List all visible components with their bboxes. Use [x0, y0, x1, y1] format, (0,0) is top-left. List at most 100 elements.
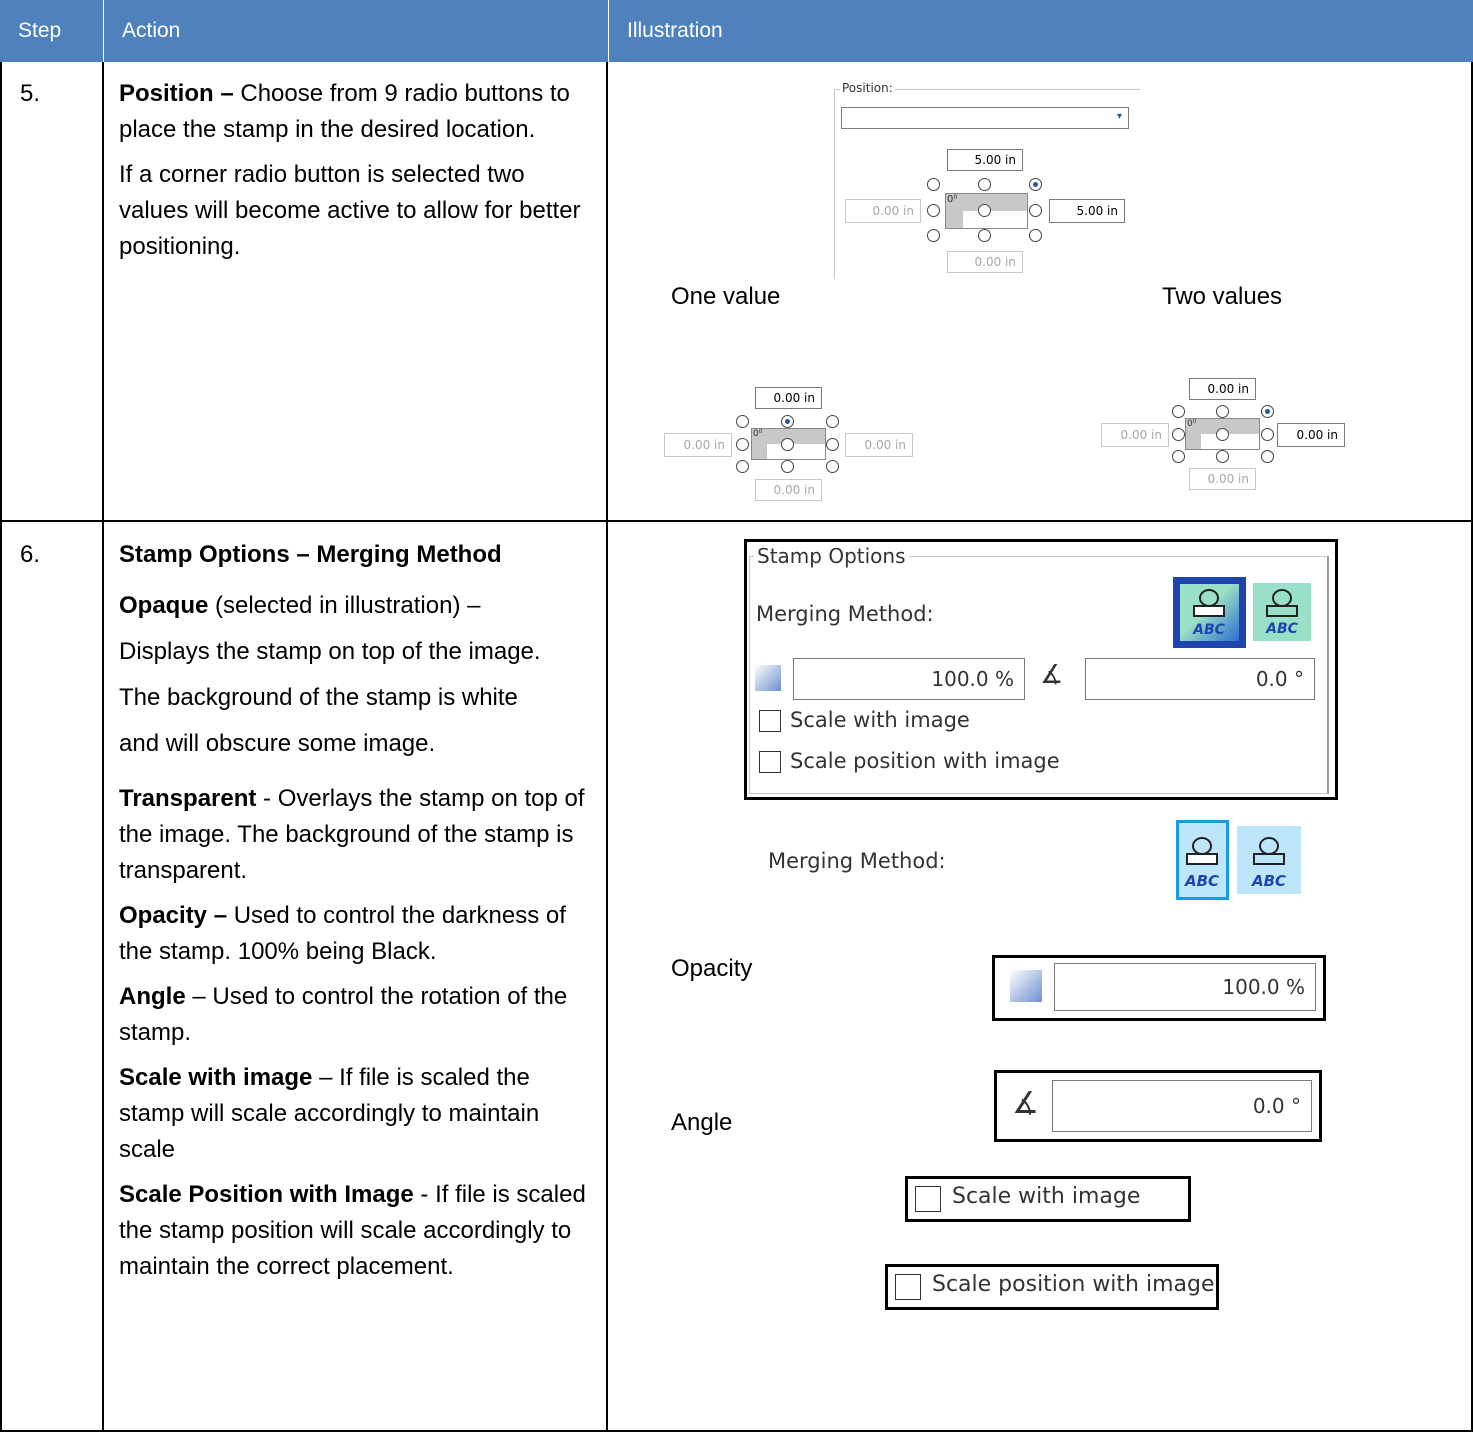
two-radio-top-center[interactable]: [1216, 405, 1229, 418]
scale-with-image-checkbox[interactable]: [759, 710, 781, 732]
row5-action: Position – Choose from 9 radio buttons t…: [119, 76, 599, 274]
one-radio-middle-center[interactable]: [781, 438, 794, 451]
angle-caption: Angle: [671, 1109, 733, 1136]
angle-icon-2: ∡: [1012, 1086, 1039, 1121]
position-dropdown[interactable]: ▾: [841, 107, 1129, 129]
transparent-stamp-text-2: ABC: [1251, 872, 1286, 890]
one-radio-middle-left[interactable]: [736, 438, 749, 451]
one-radio-middle-right[interactable]: [826, 438, 839, 451]
two-values-angle-glyph: 0⁰: [1187, 419, 1197, 429]
angle-glyph: 0⁰: [947, 194, 958, 205]
opacity-icon: [755, 665, 781, 691]
stamp-glyph-icon: ABC: [1179, 823, 1226, 897]
stamp-glyph-icon: ABC: [1192, 589, 1226, 638]
opaque-stamp-text: ABC: [1192, 622, 1226, 638]
two-radio-top-right[interactable]: [1261, 405, 1274, 418]
one-radio-bottom-center[interactable]: [781, 460, 794, 473]
radio-top-right[interactable]: [1029, 178, 1042, 191]
radio-bottom-right[interactable]: [1029, 229, 1042, 242]
angle-text: – Used to control the rotation of the st…: [119, 983, 568, 1046]
row6-opaque-line1: Opaque (selected in illustration) –: [119, 583, 599, 629]
row6-angle-para: Angle – Used to control the rotation of …: [119, 979, 599, 1051]
angle-input[interactable]: 0.0 °: [1085, 658, 1315, 700]
two-values-right-field[interactable]: 0.00 in: [1277, 423, 1345, 447]
two-radio-middle-left[interactable]: [1172, 428, 1185, 441]
opaque-merge-button[interactable]: ABC: [1173, 577, 1246, 648]
row6-scalepos-para: Scale Position with Image - If file is s…: [119, 1177, 599, 1285]
row6-opacity-para: Opacity – Used to control the darkness o…: [119, 898, 599, 970]
two-radio-middle-right[interactable]: [1261, 428, 1274, 441]
transparent-label: Transparent: [119, 785, 257, 812]
two-values-bottom-field: 0.00 in: [1189, 468, 1256, 490]
table-divider-step: [102, 62, 104, 1432]
transparent-merge-button[interactable]: ABC: [1253, 583, 1311, 641]
opaque-stamp-text-2: ABC: [1184, 872, 1219, 890]
angle-icon: ∡: [1040, 660, 1064, 690]
one-radio-top-center[interactable]: [781, 415, 794, 428]
row5-paragraph-2: If a corner radio button is selected two…: [119, 161, 581, 260]
position-right-field[interactable]: 5.00 in: [1049, 199, 1125, 223]
one-radio-bottom-right[interactable]: [826, 460, 839, 473]
scale-with-image-label: Scale with image: [790, 708, 970, 732]
radio-middle-left[interactable]: [927, 204, 940, 217]
header-action-cell: Action: [103, 0, 608, 62]
one-value-top-field[interactable]: 0.00 in: [755, 387, 822, 409]
stamp-options-legend: Stamp Options: [754, 544, 909, 568]
opaque-merge-button-2[interactable]: ABC: [1176, 820, 1229, 900]
two-radio-bottom-right[interactable]: [1261, 450, 1274, 463]
radio-middle-right[interactable]: [1029, 204, 1042, 217]
angle-input-2[interactable]: 0.0 °: [1052, 1080, 1312, 1132]
one-value-caption: One value: [671, 283, 781, 310]
stamp-glyph-icon: ABC: [1265, 589, 1299, 637]
stamp-glyph-icon: ABC: [1251, 837, 1286, 890]
position-bottom-field: 0.00 in: [947, 251, 1023, 273]
row6-title: Stamp Options – Merging Method: [119, 541, 502, 568]
header-step-cell: Step: [0, 0, 103, 62]
table-border-left: [0, 62, 2, 1432]
radio-bottom-left[interactable]: [927, 229, 940, 242]
one-value-left-field: 0.00 in: [664, 433, 732, 457]
row6-transparent-para: Transparent - Overlays the stamp on top …: [119, 781, 599, 889]
scale-with-image-checkbox-2[interactable]: [915, 1186, 941, 1212]
scale-position-label: Scale position with image: [790, 749, 1060, 773]
opacity-caption: Opacity: [671, 955, 753, 982]
row6-action: Stamp Options – Merging Method Opaque (s…: [119, 537, 599, 1294]
opaque-label: Opaque: [119, 592, 209, 619]
radio-middle-center[interactable]: [978, 204, 991, 217]
one-value-angle-glyph: 0⁰: [753, 429, 763, 439]
opacity-icon-2: [1010, 970, 1042, 1002]
position-top-field[interactable]: 5.00 in: [947, 149, 1023, 171]
scale-position-checkbox[interactable]: [759, 751, 781, 773]
row5-title: Position –: [119, 80, 234, 107]
one-radio-top-left[interactable]: [736, 415, 749, 428]
row6-title-para: Stamp Options – Merging Method: [119, 537, 599, 573]
one-radio-top-right[interactable]: [826, 415, 839, 428]
one-value-bottom-field: 0.00 in: [755, 479, 822, 501]
row-divider: [0, 520, 1473, 522]
row6-opaque-block: Opaque (selected in illustration) – Disp…: [119, 583, 599, 767]
two-radio-middle-center[interactable]: [1216, 428, 1229, 441]
two-radio-bottom-left[interactable]: [1172, 450, 1185, 463]
merging-method-label-2: Merging Method:: [768, 849, 946, 873]
transparent-merge-button-2[interactable]: ABC: [1237, 826, 1301, 894]
row6-opaque-line3: The background of the stamp is white: [119, 684, 518, 711]
opacity-input-2[interactable]: 100.0 %: [1054, 963, 1316, 1011]
radio-bottom-center[interactable]: [978, 229, 991, 242]
two-values-caption: Two values: [1162, 283, 1283, 310]
radio-top-left[interactable]: [927, 178, 940, 191]
row6-opaque-line4: and will obscure some image.: [119, 730, 436, 757]
opacity-label: Opacity –: [119, 902, 228, 929]
scale-position-checkbox-2[interactable]: [895, 1274, 921, 1300]
radio-top-center[interactable]: [978, 178, 991, 191]
header-action: Action: [122, 19, 181, 42]
one-radio-bottom-left[interactable]: [736, 460, 749, 473]
opacity-input[interactable]: 100.0 %: [793, 658, 1025, 700]
chevron-down-icon: ▾: [1116, 111, 1122, 122]
two-radio-bottom-center[interactable]: [1216, 450, 1229, 463]
opaque-text: (selected in illustration) –: [208, 592, 481, 619]
position-label: Position:: [840, 81, 895, 95]
header-step: Step: [18, 19, 62, 42]
two-radio-top-left[interactable]: [1172, 405, 1185, 418]
scale-label: Scale with image: [119, 1064, 313, 1091]
two-values-top-field[interactable]: 0.00 in: [1189, 378, 1256, 400]
